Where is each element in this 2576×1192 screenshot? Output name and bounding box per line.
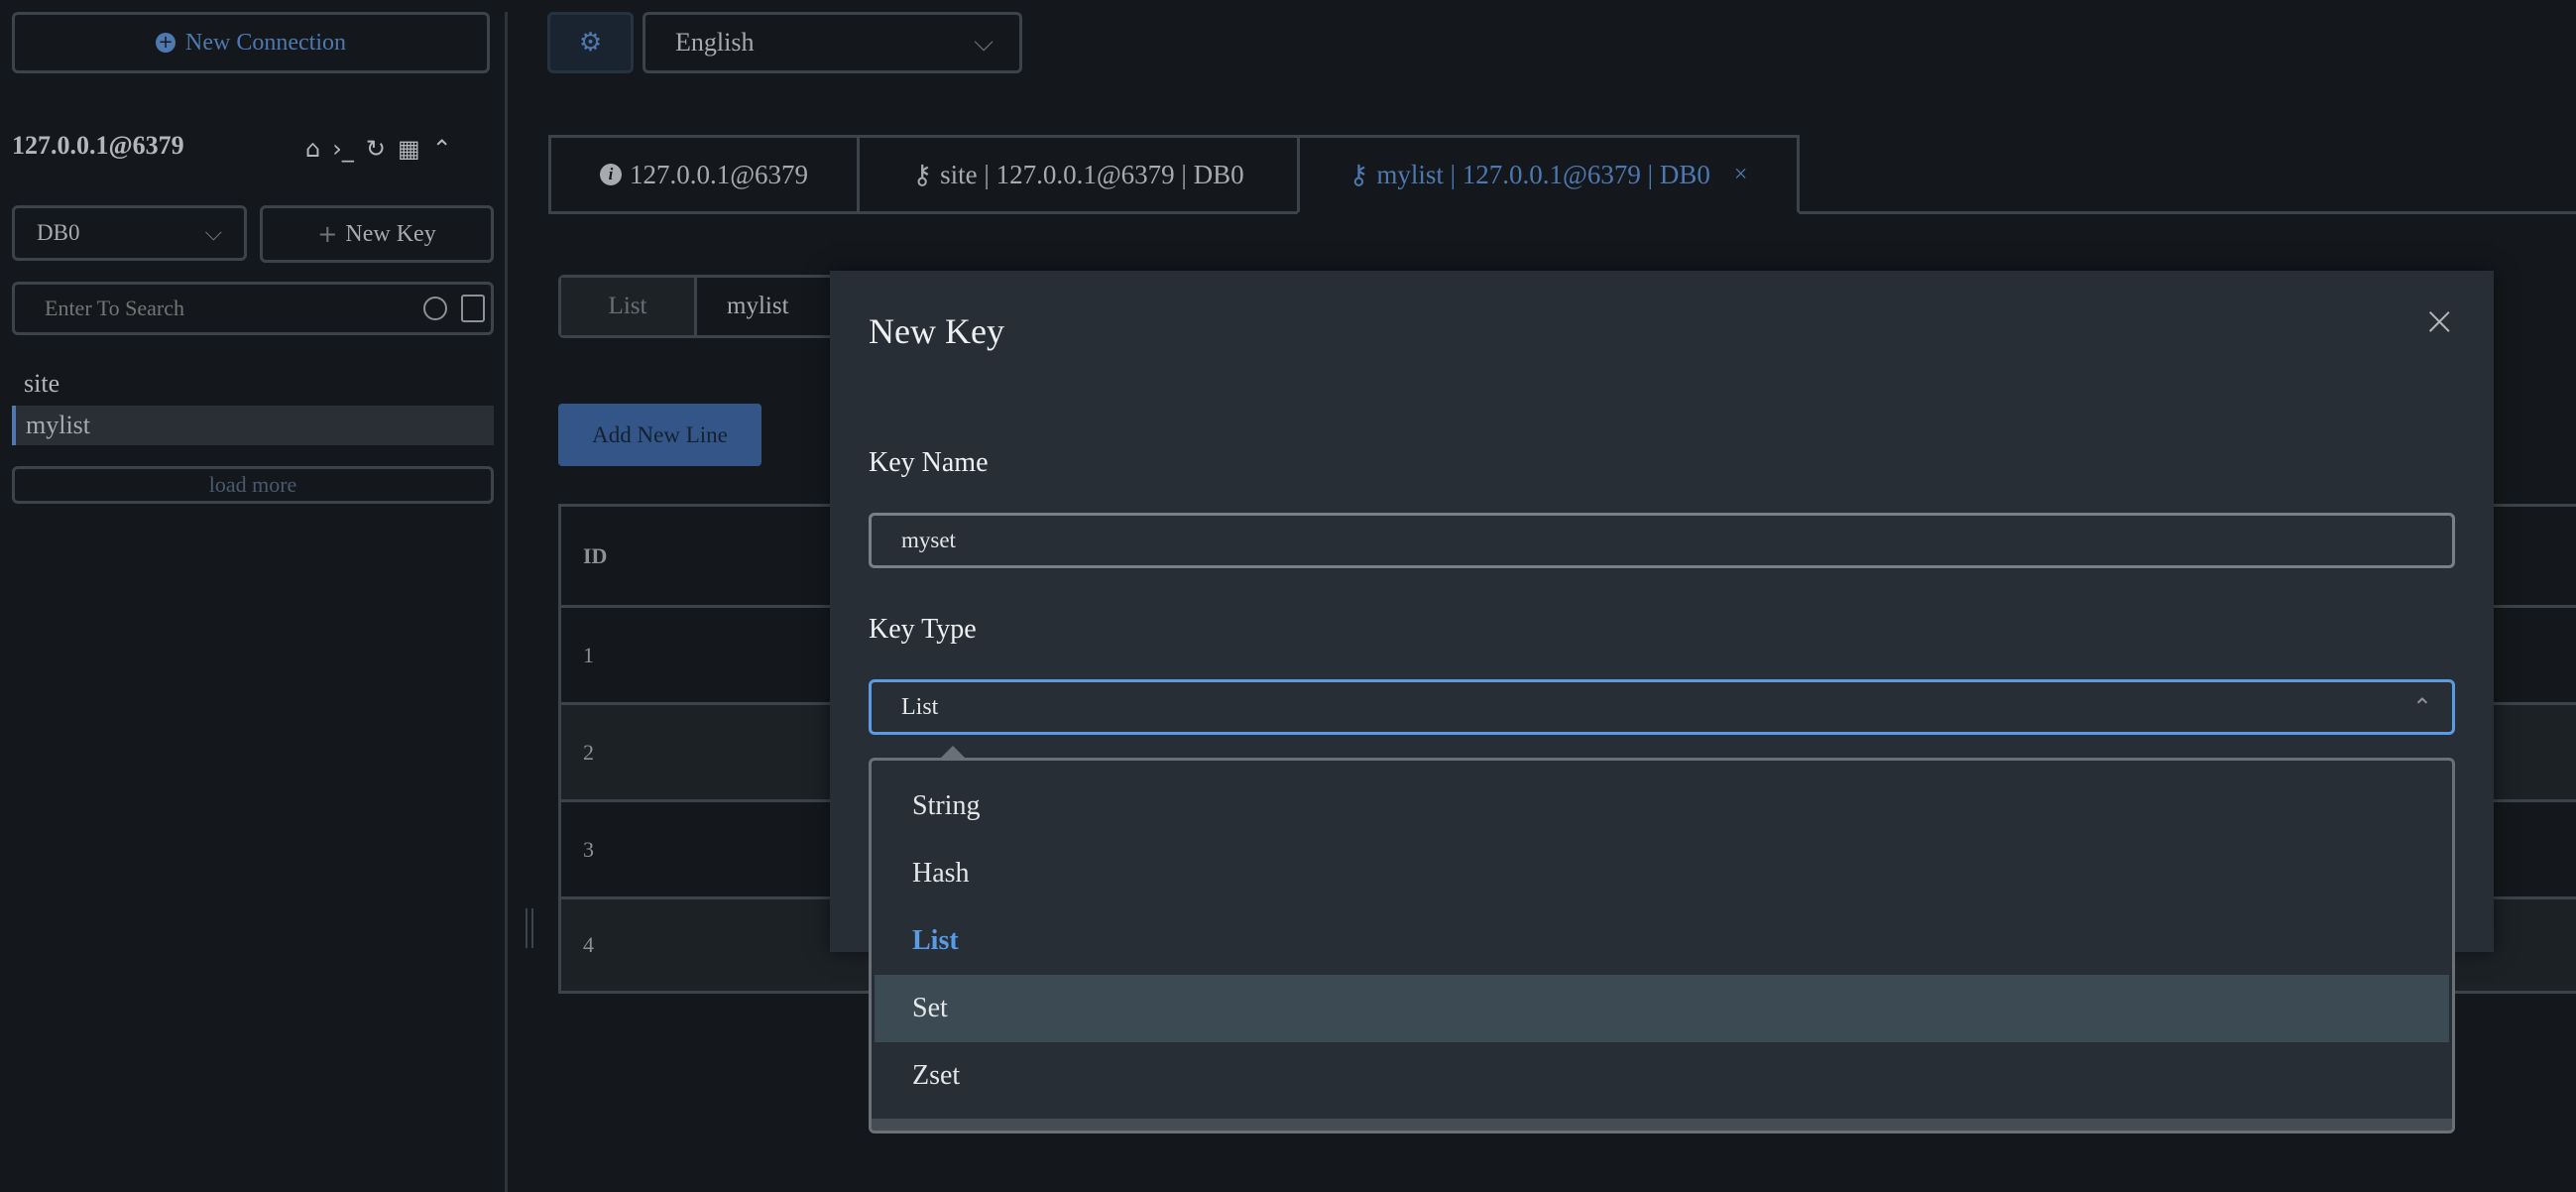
tab-mylist[interactable]: ⚷ mylist | 127.0.0.1@6379 | DB0 × bbox=[1297, 135, 1800, 214]
tab-label: 127.0.0.1@6379 bbox=[629, 159, 809, 189]
dialog-title: New Key bbox=[869, 311, 1004, 351]
option-list[interactable]: List bbox=[875, 907, 2449, 975]
dropdown-arrow bbox=[940, 746, 966, 759]
key-name-label: Key Name bbox=[869, 447, 989, 478]
tab-label: mylist | 127.0.0.1@6379 | DB0 bbox=[1376, 159, 1710, 189]
plus-circle-icon: + bbox=[156, 33, 176, 53]
tab-connection-info[interactable]: i 127.0.0.1@6379 bbox=[548, 135, 860, 214]
plus-icon: + bbox=[317, 220, 338, 248]
chevron-up-icon: ⌃ bbox=[2411, 693, 2432, 721]
db-select-value: DB0 bbox=[37, 220, 80, 245]
option-zset[interactable]: Zset bbox=[875, 1042, 2449, 1110]
new-key-button[interactable]: + New Key bbox=[260, 205, 494, 263]
search-box[interactable] bbox=[12, 282, 494, 335]
info-icon: i bbox=[599, 164, 622, 185]
add-new-line-button[interactable]: Add New Line bbox=[558, 404, 761, 466]
chevron-down-icon: ⌵ bbox=[204, 220, 222, 246]
search-icon[interactable] bbox=[423, 297, 447, 320]
chevron-up-icon[interactable]: ⌃ bbox=[432, 135, 452, 163]
resize-handle[interactable] bbox=[526, 908, 533, 948]
key-name-input[interactable]: myset bbox=[869, 513, 2455, 568]
new-key-label: New Key bbox=[345, 220, 436, 247]
option-hash[interactable]: Hash bbox=[875, 840, 2449, 907]
key-icon: ⚷ bbox=[1348, 159, 1369, 190]
key-name-field[interactable]: mylist bbox=[697, 278, 789, 335]
language-value: English bbox=[675, 28, 755, 57]
home-icon[interactable]: ⌂ bbox=[305, 135, 320, 163]
option-string[interactable]: String bbox=[875, 773, 2449, 840]
new-connection-label: New Connection bbox=[185, 29, 346, 56]
key-type-select[interactable]: List ⌃ bbox=[869, 679, 2455, 735]
key-type-badge: List bbox=[561, 278, 697, 335]
key-type-label: Key Type bbox=[869, 614, 977, 645]
db-select[interactable]: DB0 ⌵ bbox=[12, 205, 247, 261]
dropdown-scrollbar[interactable] bbox=[872, 1119, 2452, 1131]
key-item-site[interactable]: site bbox=[24, 369, 59, 399]
tab-close-icon[interactable]: × bbox=[1734, 162, 1748, 188]
key-type-value: List bbox=[901, 693, 939, 720]
option-set[interactable]: Set bbox=[875, 975, 2449, 1042]
exact-match-checkbox[interactable] bbox=[461, 295, 485, 322]
grid-icon[interactable]: ▦ bbox=[398, 135, 420, 163]
gear-icon: ⚙ bbox=[578, 28, 603, 58]
new-connection-button[interactable]: + New Connection bbox=[12, 12, 490, 73]
key-type-dropdown: String Hash List Set Zset bbox=[869, 758, 2455, 1133]
key-icon: ⚷ bbox=[912, 159, 933, 190]
terminal-icon[interactable]: ›_ bbox=[332, 135, 354, 163]
language-select[interactable]: English ⌵ bbox=[643, 12, 1022, 73]
settings-button[interactable]: ⚙ bbox=[547, 12, 634, 73]
key-header: List mylist bbox=[558, 275, 856, 338]
close-icon[interactable]: × bbox=[2422, 298, 2456, 344]
search-input[interactable] bbox=[45, 296, 392, 321]
key-item-mylist[interactable]: mylist bbox=[12, 406, 494, 445]
sidebar-divider[interactable] bbox=[505, 12, 508, 1192]
load-more-button[interactable]: load more bbox=[12, 466, 494, 504]
connection-name: 127.0.0.1@6379 bbox=[12, 131, 184, 160]
tab-label: site | 127.0.0.1@6379 | DB0 bbox=[940, 159, 1244, 189]
tab-site[interactable]: ⚷ site | 127.0.0.1@6379 | DB0 bbox=[857, 135, 1300, 214]
chevron-down-icon: ⌵ bbox=[974, 27, 994, 58]
refresh-icon[interactable]: ↻ bbox=[366, 135, 386, 163]
